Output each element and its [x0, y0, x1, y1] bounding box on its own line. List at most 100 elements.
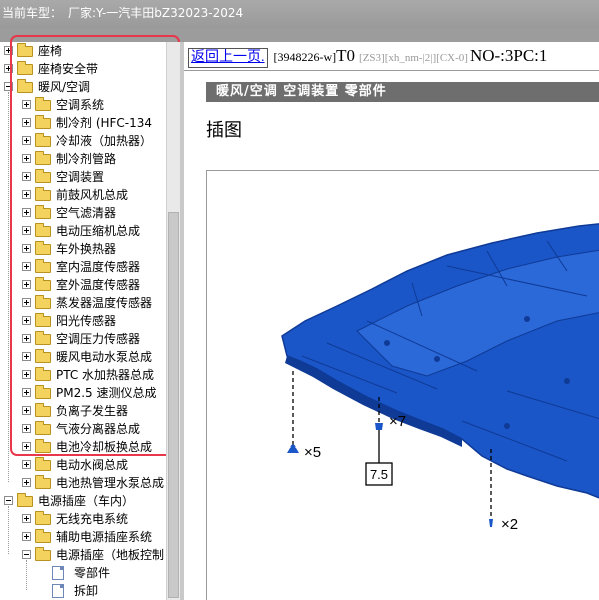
tree-node-label: 电源插座（地板控制	[56, 548, 165, 562]
tree-node[interactable]: 前鼓风机总成	[0, 186, 166, 204]
tree-node[interactable]: 电动水阀总成	[0, 456, 166, 474]
tree-node[interactable]: 零部件	[0, 564, 166, 582]
tree-node[interactable]: 电源插座（地板控制	[0, 546, 166, 564]
section-title-bar: 暖风/空调 空调装置 零部件	[206, 82, 599, 102]
folder-icon	[35, 547, 51, 561]
tree-node[interactable]: PTC 水加热器总成	[0, 366, 166, 384]
folder-icon	[35, 331, 51, 345]
expand-plus-icon[interactable]	[22, 406, 31, 415]
tree-node[interactable]: 空调系统	[0, 96, 166, 114]
folder-icon	[35, 457, 51, 471]
tree-node[interactable]: 室外温度传感器	[0, 276, 166, 294]
current-model-label: 当前车型：	[2, 6, 63, 20]
tree-node-label: 冷却液（加热器）	[56, 134, 153, 148]
folder-icon	[35, 421, 51, 435]
tree-node[interactable]: 座椅	[0, 42, 166, 60]
expand-plus-icon[interactable]	[22, 154, 31, 163]
expand-plus-icon[interactable]	[22, 280, 31, 289]
tree-node-label: 阳光传感器	[56, 314, 117, 328]
clip-head-icon	[290, 444, 296, 450]
tree-node[interactable]: 空调压力传感器	[0, 330, 166, 348]
expand-plus-icon[interactable]	[22, 460, 31, 469]
folder-icon	[35, 187, 51, 201]
folder-icon	[35, 403, 51, 417]
tree-node[interactable]: 辅助电源插座系统	[0, 528, 166, 546]
collapse-minus-icon[interactable]	[4, 496, 13, 505]
tree-node-label: 空调压力传感器	[56, 332, 141, 346]
expand-plus-icon[interactable]	[22, 424, 31, 433]
collapse-minus-icon[interactable]	[22, 550, 31, 559]
tree-node-label: 电池冷却板换总成	[56, 440, 153, 454]
t-code: T0	[336, 46, 356, 65]
expand-plus-icon[interactable]	[22, 118, 31, 127]
document-pane: 返回上一页. [3948226-w]T0 [ZS3][xh_nm-|2|][CX-0…	[184, 42, 599, 600]
expand-plus-icon[interactable]	[22, 262, 31, 271]
tree-node[interactable]: 座椅安全带	[0, 60, 166, 78]
mount-hole	[564, 378, 570, 384]
folder-icon	[35, 529, 51, 543]
tree-node[interactable]: 蒸发器温度传感器	[0, 294, 166, 312]
expand-plus-icon[interactable]	[22, 190, 31, 199]
tree-node-label: PM2.5 速测仪总成	[56, 386, 157, 400]
tree-node-label: 暖风电动水泵总成	[56, 350, 153, 364]
collapse-minus-icon[interactable]	[4, 82, 13, 91]
tree-node[interactable]: 气液分离器总成	[0, 420, 166, 438]
toolbar-strip	[0, 28, 599, 42]
expand-plus-icon[interactable]	[4, 64, 13, 73]
expand-plus-icon[interactable]	[22, 298, 31, 307]
tree-node[interactable]: 制冷剂管路	[0, 150, 166, 168]
tree-node[interactable]: 制冷剂 (HFC-134	[0, 114, 166, 132]
expand-plus-icon[interactable]	[22, 514, 31, 523]
tree-node[interactable]: 拆卸	[0, 582, 166, 600]
navigation-tree[interactable]: 座椅 座椅安全带暖风/空调空调系统 制冷剂 (HFC-134 冷却液（加热器） 制冷剂管…	[0, 42, 166, 600]
expand-plus-icon[interactable]	[22, 334, 31, 343]
tree-node-label: 空气滤清器	[56, 206, 117, 220]
tree-node[interactable]: 空气滤清器	[0, 204, 166, 222]
expand-plus-icon[interactable]	[22, 208, 31, 217]
tree-node[interactable]: 暖风/空调	[0, 78, 166, 96]
tree-node[interactable]: 车外换热器	[0, 240, 166, 258]
tree-node-label: 暖风/空调	[38, 80, 91, 94]
expand-plus-icon[interactable]	[22, 100, 31, 109]
expand-plus-icon[interactable]	[22, 478, 31, 487]
back-link[interactable]: 返回上一页.	[188, 48, 268, 68]
expand-plus-icon[interactable]	[22, 136, 31, 145]
folder-icon	[17, 79, 33, 93]
tree-node[interactable]: 电池热管理水泵总成	[0, 474, 166, 492]
expand-plus-icon[interactable]	[22, 352, 31, 361]
tree-node[interactable]: 室内温度传感器	[0, 258, 166, 276]
bolt-icon	[375, 423, 383, 430]
tree-node[interactable]: PM2.5 速测仪总成	[0, 384, 166, 402]
folder-icon	[17, 43, 33, 57]
tree-node[interactable]: 暖风电动水泵总成	[0, 348, 166, 366]
mount-hole	[434, 356, 440, 362]
expand-plus-icon[interactable]	[22, 442, 31, 451]
callout-torque: 7.5	[370, 467, 388, 482]
expand-plus-icon[interactable]	[4, 46, 13, 55]
expand-plus-icon[interactable]	[22, 226, 31, 235]
undercover-drawing: ×5 ×7 7.5 ×2	[281, 223, 599, 533]
tree-node-label: 电动水阀总成	[56, 458, 129, 472]
folder-icon	[35, 295, 51, 309]
folder-icon	[17, 61, 33, 75]
tree-node[interactable]: 电动压缩机总成	[0, 222, 166, 240]
document-code: [3948226-w]	[273, 50, 337, 64]
tree-node[interactable]: 阳光传感器	[0, 312, 166, 330]
tree-scrollbar-thumb[interactable]	[168, 212, 179, 598]
expand-plus-icon[interactable]	[22, 316, 31, 325]
tree-node[interactable]: 电源插座（车内）	[0, 492, 166, 510]
tree-node[interactable]: 无线充电系统	[0, 510, 166, 528]
tree-scrollbar[interactable]	[166, 42, 180, 600]
expand-plus-icon[interactable]	[22, 244, 31, 253]
tree-node[interactable]: 电池冷却板换总成	[0, 438, 166, 456]
expand-plus-icon[interactable]	[22, 370, 31, 379]
tree-node-label: 电池热管理水泵总成	[56, 476, 165, 490]
tree-node[interactable]: 冷却液（加热器）	[0, 132, 166, 150]
expand-plus-icon[interactable]	[22, 532, 31, 541]
tree-node-label: 制冷剂管路	[56, 152, 117, 166]
tree-node[interactable]: 负离子发生器	[0, 402, 166, 420]
expand-plus-icon[interactable]	[22, 388, 31, 397]
expand-plus-icon[interactable]	[22, 172, 31, 181]
mount-hole	[384, 340, 390, 346]
tree-node[interactable]: 空调装置	[0, 168, 166, 186]
